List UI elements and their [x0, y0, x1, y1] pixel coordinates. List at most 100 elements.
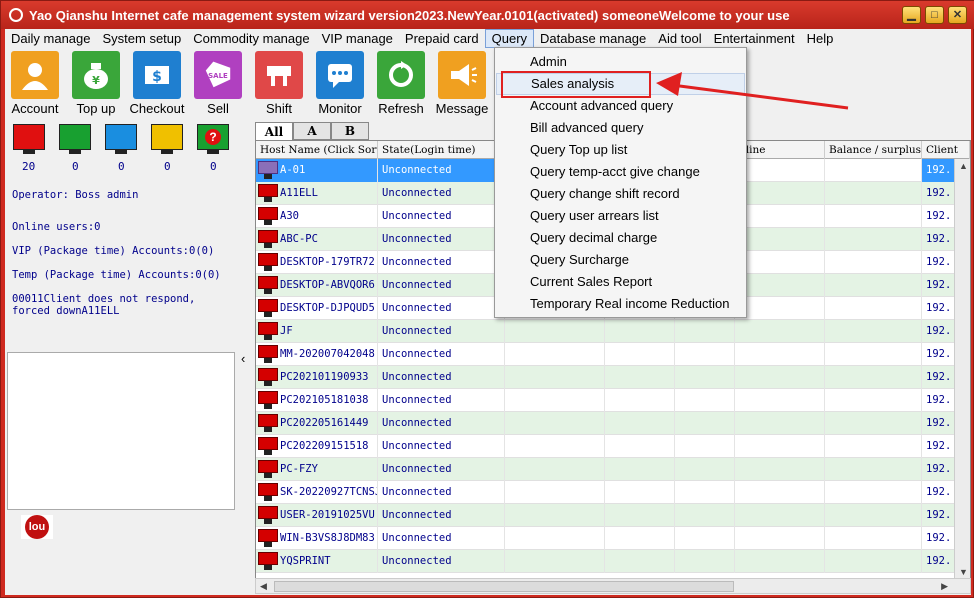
status-monitors: ?: [11, 124, 233, 156]
menu-item-current-sales-report[interactable]: Current Sales Report: [496, 271, 745, 293]
client-notice: 00011Client does not respond, forced dow…: [12, 293, 196, 317]
menu-aid-tool[interactable]: Aid tool: [652, 29, 707, 48]
blue-monitor-icon[interactable]: [105, 124, 137, 150]
host-name-cell: MM-202007042048: [256, 343, 378, 366]
top-up-button[interactable]: ¥ Top up: [66, 51, 126, 116]
state-cell: Unconnected: [378, 435, 505, 458]
tab-a[interactable]: A: [293, 122, 331, 140]
pc-icon: [258, 368, 278, 386]
minimize-button[interactable]: ▁: [902, 6, 921, 24]
host-name-cell: DESKTOP-179TR72: [256, 251, 378, 274]
pc-icon: [258, 184, 278, 202]
host-name-cell: YQSPRINT: [256, 550, 378, 573]
menu-item-query-surcharge[interactable]: Query Surcharge: [496, 249, 745, 271]
menu-prepaid-card[interactable]: Prepaid card: [399, 29, 485, 48]
pc-icon: [258, 230, 278, 248]
red-monitor-icon[interactable]: [13, 124, 45, 150]
shift-icon: [255, 51, 303, 99]
table-row[interactable]: JF Unconnected 192.: [256, 320, 970, 343]
yellow-monitor-icon[interactable]: [151, 124, 183, 150]
menu-system-setup[interactable]: System setup: [97, 29, 188, 48]
left-panel: ? 20 0 0 0 0 Operator: Boss admin Online…: [5, 120, 237, 595]
question-monitor-icon[interactable]: ?: [197, 124, 229, 150]
table-row[interactable]: SK-20220927TCNSJ Unconnected 192.: [256, 481, 970, 504]
host-name-cell: JF: [256, 320, 378, 343]
tab-b[interactable]: B: [331, 122, 369, 140]
table-row[interactable]: PC202101190933 Unconnected 192.: [256, 366, 970, 389]
host-name-cell: PC202209151518: [256, 435, 378, 458]
panel-splitter[interactable]: [237, 120, 255, 595]
menu-item-query-temp-acct-give-change[interactable]: Query temp-acct give change: [496, 161, 745, 183]
message-area[interactable]: [7, 352, 235, 510]
state-cell: Unconnected: [378, 159, 505, 182]
menu-vip-manage[interactable]: VIP manage: [316, 29, 399, 48]
shift-button[interactable]: Shift: [249, 51, 309, 116]
host-name-cell: USER-20191025VU: [256, 504, 378, 527]
account-button[interactable]: Account: [5, 51, 65, 116]
menu-daily-manage[interactable]: Daily manage: [5, 29, 97, 48]
sale-tag-icon: SALE: [194, 51, 242, 99]
horizontal-scrollbar[interactable]: ◀ ▶: [255, 578, 971, 594]
refresh-button[interactable]: Refresh: [371, 51, 431, 116]
host-name-cell: DESKTOP-ABVQOR6: [256, 274, 378, 297]
table-row[interactable]: USER-20191025VU Unconnected 192.: [256, 504, 970, 527]
menu-entertainment[interactable]: Entertainment: [708, 29, 801, 48]
sales-analysis-highlight-box: [501, 71, 651, 98]
menu-item-query-user-arrears-list[interactable]: Query user arrears list: [496, 205, 745, 227]
state-cell: Unconnected: [378, 366, 505, 389]
col-state[interactable]: State(Login time): [378, 141, 505, 159]
table-row[interactable]: PC202209151518 Unconnected 192.: [256, 435, 970, 458]
count-unknown: 0: [210, 160, 217, 173]
pc-icon: [258, 161, 278, 179]
col-host-name[interactable]: Host Name (Click Sort): [256, 141, 378, 159]
menu-database-manage[interactable]: Database manage: [534, 29, 652, 48]
col-balance[interactable]: Balance / surplus: [825, 141, 922, 159]
col-client[interactable]: Client: [922, 141, 970, 159]
table-row[interactable]: MM-202007042048 Unconnected 192.: [256, 343, 970, 366]
state-cell: Unconnected: [378, 527, 505, 550]
sell-button[interactable]: SALE Sell: [188, 51, 248, 116]
table-row[interactable]: PC-FZY Unconnected 192.: [256, 458, 970, 481]
green-monitor-icon[interactable]: [59, 124, 91, 150]
message-button[interactable]: Message: [432, 51, 492, 116]
col-online[interactable]: nline: [735, 141, 825, 159]
menu-bar: Daily manage System setup Commodity mana…: [5, 29, 971, 48]
table-row[interactable]: YQSPRINT Unconnected 192.: [256, 550, 970, 573]
menu-item-temporary-real-income-reduction[interactable]: Temporary Real income Reduction: [496, 293, 745, 315]
menu-help[interactable]: Help: [801, 29, 840, 48]
menu-item-query-change-shift-record[interactable]: Query change shift record: [496, 183, 745, 205]
lou-logo: lou: [21, 515, 53, 539]
count-red: 20: [22, 160, 36, 173]
menu-item-bill-advanced-query[interactable]: Bill advanced query: [496, 117, 745, 139]
vip-accounts-label: VIP (Package time) Accounts:0(0): [12, 245, 215, 257]
menu-item-query-decimal-charge[interactable]: Query decimal charge: [496, 227, 745, 249]
window-title: Yao Qianshu Internet cafe management sys…: [29, 7, 790, 23]
vertical-scrollbar[interactable]: ▲ ▼: [954, 159, 970, 579]
svg-text:SALE: SALE: [208, 72, 228, 80]
close-button[interactable]: ✕: [948, 6, 967, 24]
state-cell: Unconnected: [378, 504, 505, 527]
operator-label: Operator: Boss admin: [12, 189, 139, 201]
menu-query[interactable]: Query: [484, 29, 535, 48]
host-name-cell: DESKTOP-DJPQUD5: [256, 297, 378, 320]
refresh-icon: [377, 51, 425, 99]
count-blue: 0: [118, 160, 125, 173]
table-row[interactable]: PC202205161449 Unconnected 192.: [256, 412, 970, 435]
horizontal-scroll-thumb[interactable]: [274, 581, 734, 592]
state-cell: Unconnected: [378, 550, 505, 573]
checkout-button[interactable]: $ Checkout: [127, 51, 187, 116]
monitor-button[interactable]: Monitor: [310, 51, 370, 116]
title-bar: Yao Qianshu Internet cafe management sys…: [1, 1, 974, 29]
count-green: 0: [72, 160, 79, 173]
pc-icon: [258, 460, 278, 478]
menu-commodity-manage[interactable]: Commodity manage: [187, 29, 315, 48]
maximize-button[interactable]: □: [925, 6, 944, 24]
table-row[interactable]: WIN-B3VS8J8DM83 Unconnected 192.: [256, 527, 970, 550]
state-cell: Unconnected: [378, 205, 505, 228]
tab-all[interactable]: All: [255, 122, 293, 140]
table-row[interactable]: PC202105181038 Unconnected 192.: [256, 389, 970, 412]
host-name-cell: PC202205161449: [256, 412, 378, 435]
menu-item-query-top-up-list[interactable]: Query Top up list: [496, 139, 745, 161]
app-logo-icon: [9, 8, 23, 22]
collapse-arrow-icon[interactable]: ‹: [241, 351, 245, 366]
